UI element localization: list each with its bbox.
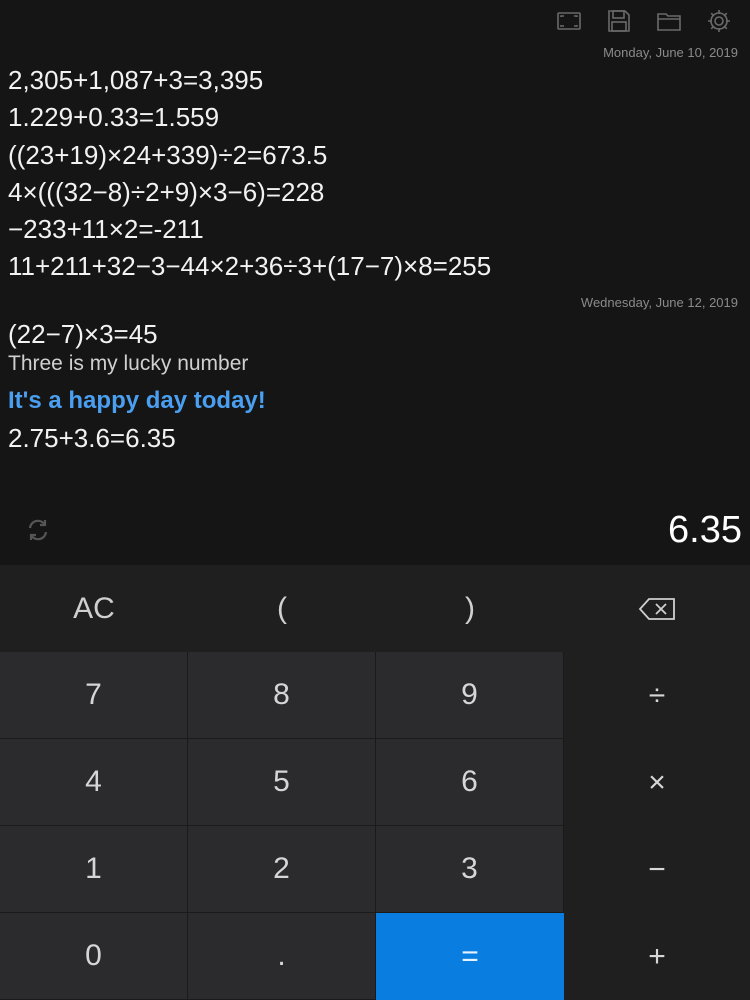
expand-icon[interactable] [554,6,584,36]
divide-button[interactable]: ÷ [564,652,750,739]
minus-button[interactable]: − [564,826,750,913]
history-entry[interactable]: 2.75+3.6=6.35 [0,420,750,457]
history-highlight-note[interactable]: It's a happy day today! [0,382,750,420]
history-group: Monday, June 10, 2019 2,305+1,087+3=3,39… [0,44,750,286]
history-entry[interactable]: (22−7)×3=45 [0,318,750,350]
history-entry[interactable]: −233+11×2=-211 [0,211,750,248]
digit-7-button[interactable]: 7 [0,652,188,739]
keypad: AC ( ) 7 8 9 ÷ 4 5 6 × 1 2 3 − 0 . = + [0,565,750,1000]
all-clear-button[interactable]: AC [0,565,188,652]
save-icon[interactable] [604,6,634,36]
folder-icon[interactable] [654,6,684,36]
multiply-button[interactable]: × [564,739,750,826]
equals-button[interactable]: = [376,913,564,1000]
right-paren-button[interactable]: ) [376,565,564,652]
calculator-screen: Monday, June 10, 2019 2,305+1,087+3=3,39… [0,0,750,1000]
left-paren-button[interactable]: ( [188,565,376,652]
history-entry[interactable]: ((23+19)×24+339)÷2=673.5 [0,137,750,174]
backspace-icon [638,597,675,620]
plus-button[interactable]: + [564,913,750,1000]
date-label: Wednesday, June 12, 2019 [580,294,738,310]
digit-3-button[interactable]: 3 [376,826,564,913]
digit-6-button[interactable]: 6 [376,739,564,826]
decimal-button[interactable]: . [188,913,376,1000]
digit-8-button[interactable]: 8 [188,652,376,739]
refresh-icon[interactable] [24,516,52,544]
history-entry[interactable]: 2,305+1,087+3=3,395 [0,62,750,99]
history-entry[interactable]: 1.229+0.33=1.559 [0,99,750,136]
toolbar [554,6,734,36]
digit-0-button[interactable]: 0 [0,913,188,1000]
date-label: Monday, June 10, 2019 [603,45,738,60]
digit-5-button[interactable]: 5 [188,739,376,826]
digit-1-button[interactable]: 1 [0,826,188,913]
history-group: Wednesday, June 12, 2019 (22−7)×3=45 Thr… [0,294,750,457]
display-row: 6.35 [0,500,750,560]
result-display: 6.35 [668,509,742,551]
history-entry[interactable]: 11+211+32−3−44×2+36÷3+(17−7)×8=255 [0,248,750,285]
history-list: Monday, June 10, 2019 2,305+1,087+3=3,39… [0,44,750,457]
digit-2-button[interactable]: 2 [188,826,376,913]
history-note[interactable]: Three is my lucky number [0,350,750,378]
history-entry[interactable]: 4×(((32−8)÷2+9)×3−6)=228 [0,174,750,211]
settings-icon[interactable] [704,6,734,36]
digit-4-button[interactable]: 4 [0,739,188,826]
backspace-button[interactable] [564,565,750,652]
digit-9-button[interactable]: 9 [376,652,564,739]
